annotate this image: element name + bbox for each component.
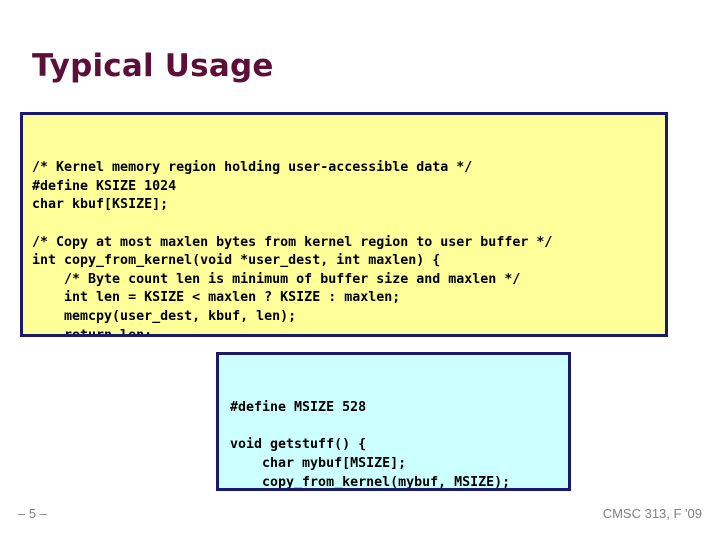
page-number: – 5 – <box>18 506 47 521</box>
user-code-text: #define MSIZE 528 void getstuff() { char… <box>230 400 511 490</box>
kernel-code-block: /* Kernel memory region holding user-acc… <box>20 112 668 337</box>
page-title: Typical Usage <box>32 47 274 84</box>
slide: Typical Usage /* Kernel memory region ho… <box>0 0 720 540</box>
kernel-code-text: /* Kernel memory region holding user-acc… <box>32 160 553 337</box>
user-code-block: #define MSIZE 528 void getstuff() { char… <box>216 352 571 491</box>
course-label: CMSC 313, F '09 <box>602 506 702 521</box>
